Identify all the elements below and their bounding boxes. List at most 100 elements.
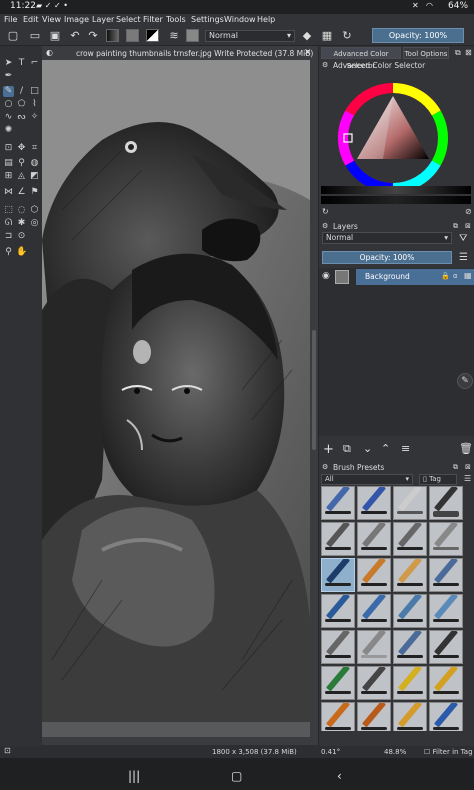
duplicate-layer-icon[interactable]: ⧉ xyxy=(343,442,351,456)
dynamic-brush-tool-icon[interactable]: ✧ xyxy=(29,112,40,123)
rectangle-tool-icon[interactable]: □ xyxy=(29,86,40,97)
brush-preset-tile-selected[interactable] xyxy=(321,558,355,592)
brush-preset-tile[interactable] xyxy=(321,630,355,664)
blend-mode-dropdown[interactable]: Normal ▾ xyxy=(205,30,295,42)
calligraphy-tool-icon[interactable]: ✒ xyxy=(3,71,14,82)
tab-tool-options[interactable]: Tool Options xyxy=(403,47,449,59)
brush-preset-tile[interactable] xyxy=(321,666,355,700)
transform-tool-icon[interactable]: ⊡ xyxy=(3,143,14,154)
menu-settings[interactable]: Settings xyxy=(191,15,224,24)
polygon-select-tool-icon[interactable]: ⬡ xyxy=(29,205,40,216)
layer-opacity-slider[interactable]: Opacity: 100% xyxy=(322,251,452,264)
brush-preset-tile[interactable] xyxy=(429,558,463,592)
brush-preset-tile[interactable] xyxy=(321,594,355,628)
opacity-slider[interactable]: Opacity: 100% xyxy=(372,28,464,43)
crop-tool-icon[interactable]: ⌗ xyxy=(29,143,40,154)
close-icon[interactable]: ⊠ xyxy=(465,221,471,232)
settings-icon[interactable]: ⚙ xyxy=(322,60,328,71)
value-strip[interactable] xyxy=(321,186,471,194)
text-tool-icon[interactable]: T xyxy=(16,58,27,69)
tab-float-icon[interactable]: ⧉ xyxy=(455,48,461,58)
brush-preset-tile[interactable] xyxy=(321,702,355,731)
brush-preset-tile[interactable] xyxy=(429,666,463,700)
brush-preset-tile[interactable] xyxy=(429,486,463,520)
brush-preset-tile[interactable] xyxy=(321,522,355,556)
refresh-icon[interactable]: ↻ xyxy=(322,207,329,216)
painting-canvas[interactable] xyxy=(42,60,310,722)
assistant-tool-icon[interactable]: ⋈ xyxy=(3,187,14,198)
move-layer-down-icon[interactable]: ⌄ xyxy=(363,442,372,455)
close-icon[interactable]: ⊠ xyxy=(465,462,471,473)
no-color-icon[interactable]: ⊘ xyxy=(465,207,472,216)
brush-preset-tile[interactable] xyxy=(357,522,391,556)
colorize-mask-tool-icon[interactable]: ◍ xyxy=(29,158,40,169)
menu-help[interactable]: Help xyxy=(257,15,275,24)
back-icon[interactable]: ‹ xyxy=(337,769,342,783)
brush-preset-tile[interactable] xyxy=(429,702,463,731)
redo-icon[interactable]: ↷ xyxy=(86,29,100,43)
menu-tools[interactable]: Tools xyxy=(166,15,186,24)
color-picker-tool-icon[interactable]: ⚲ xyxy=(16,158,27,169)
menu-image[interactable]: Image xyxy=(64,15,89,24)
pan-tool-icon[interactable]: ✋ xyxy=(16,247,27,258)
brush-editor-icon[interactable]: ≋ xyxy=(167,29,181,43)
undo-icon[interactable]: ↶ xyxy=(68,29,82,43)
menu-file[interactable]: File xyxy=(4,15,17,24)
alpha-lock-icon[interactable]: ▦ xyxy=(320,29,334,43)
brush-preset-tile[interactable] xyxy=(429,630,463,664)
select-shapes-tool-icon[interactable]: ➤ xyxy=(3,58,14,69)
magnetic-select-tool-icon[interactable]: ⊙ xyxy=(16,231,27,242)
smart-patch-tool-icon[interactable]: ⊞ xyxy=(3,171,14,182)
reference-images-tool-icon[interactable]: ⚑ xyxy=(29,187,40,198)
menu-select[interactable]: Select xyxy=(116,15,141,24)
brush-preset-tile[interactable] xyxy=(357,486,391,520)
ellipse-tool-icon[interactable]: ○ xyxy=(3,99,14,110)
menu-view[interactable]: View xyxy=(42,15,61,24)
tab-close-icon[interactable]: ⊠ xyxy=(465,48,472,57)
float-icon[interactable]: ⧉ xyxy=(453,462,458,473)
color-history-strip[interactable] xyxy=(321,196,471,204)
freehand-path-tool-icon[interactable]: ᔓ xyxy=(16,112,27,123)
brush-filter-dropdown[interactable]: All ▾ xyxy=(321,474,413,485)
multibrush-tool-icon[interactable]: ✺ xyxy=(3,125,14,136)
brush-preset-tile[interactable] xyxy=(393,486,427,520)
measure-tool-icon[interactable]: ∠ xyxy=(16,187,27,198)
brush-tag-button[interactable]: ▯ Tag xyxy=(419,474,457,485)
layer-blend-dropdown[interactable]: Normal ▾ xyxy=(322,232,452,244)
brush-preset-tile[interactable] xyxy=(393,558,427,592)
brush-preset-tile[interactable] xyxy=(429,594,463,628)
home-icon[interactable]: ▢ xyxy=(231,769,242,783)
new-document-icon[interactable]: ▢ xyxy=(6,29,20,43)
vertical-scrollbar[interactable] xyxy=(310,60,318,737)
eraser-mode-icon[interactable]: ◆ xyxy=(300,29,314,43)
rect-select-tool-icon[interactable]: ⬚ xyxy=(3,205,14,216)
menu-edit[interactable]: Edit xyxy=(23,15,39,24)
filter-icon[interactable]: ⛛ xyxy=(459,233,467,244)
brush-preset-swatch[interactable] xyxy=(186,29,199,42)
brush-preset-tile[interactable] xyxy=(321,486,355,520)
delete-layer-icon[interactable]: 🗑 xyxy=(459,442,473,455)
gradient-tool-icon[interactable]: ▤ xyxy=(3,158,14,169)
reload-preset-icon[interactable]: ↻ xyxy=(340,29,354,43)
brush-view-menu-icon[interactable]: ☰ xyxy=(464,474,471,483)
brush-preset-tile[interactable] xyxy=(393,630,427,664)
brush-preset-tile[interactable] xyxy=(357,702,391,731)
line-tool-icon[interactable]: / xyxy=(16,86,27,97)
brush-preset-tile[interactable] xyxy=(357,558,391,592)
canvas-fit-icon[interactable]: ⊡ xyxy=(4,746,11,755)
zoom-tool-icon[interactable]: ⚲ xyxy=(3,247,14,258)
pattern-swatch[interactable] xyxy=(126,29,139,42)
brush-preset-tile[interactable] xyxy=(393,522,427,556)
fill-tool-icon[interactable]: ◬ xyxy=(16,171,27,182)
edit-shapes-tool-icon[interactable]: ⌐ xyxy=(29,58,40,69)
polygon-tool-icon[interactable]: ⬠ xyxy=(16,99,27,110)
polyline-tool-icon[interactable]: ⌇ xyxy=(29,99,40,110)
recents-icon[interactable]: ||| xyxy=(128,769,140,783)
visibility-eye-icon[interactable]: ◉ xyxy=(322,271,330,281)
brush-preset-tile[interactable] xyxy=(393,702,427,731)
menu-filter[interactable]: Filter xyxy=(143,15,163,24)
menu-layer[interactable]: Layer xyxy=(92,15,114,24)
menu-window[interactable]: Window xyxy=(224,15,256,24)
alpha-icon[interactable]: α xyxy=(453,272,458,280)
lock-icon[interactable]: 🔒 xyxy=(441,272,450,280)
